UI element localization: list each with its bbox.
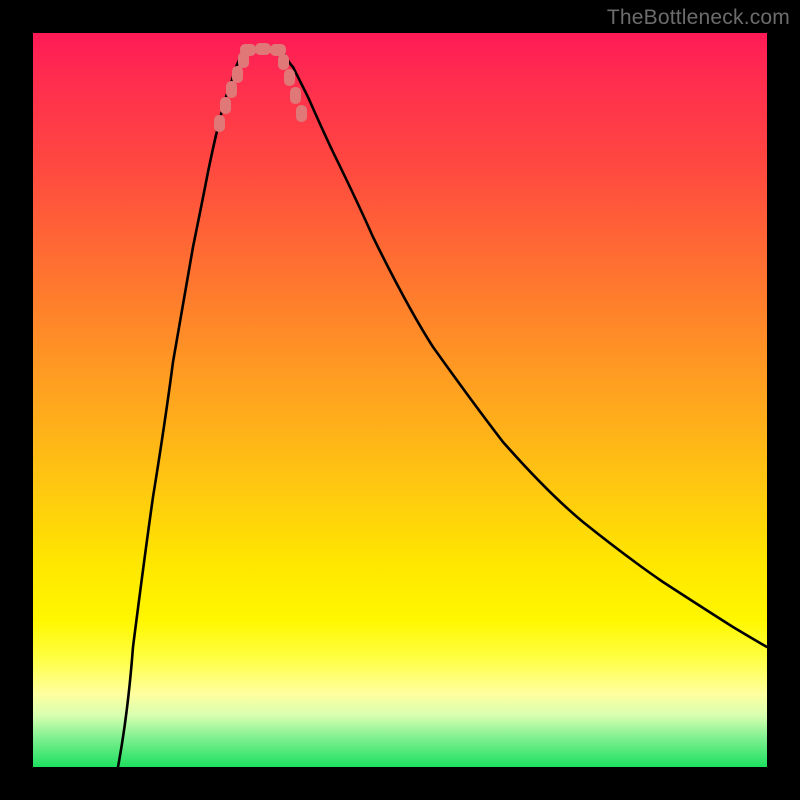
plot-area: [33, 33, 767, 767]
markers-bottom: [240, 43, 286, 56]
curve-right: [283, 52, 767, 647]
curve-left: [118, 52, 243, 767]
watermark-text: TheBottleneck.com: [607, 6, 790, 30]
chart-frame: TheBottleneck.com: [0, 0, 800, 800]
markers-left: [214, 52, 249, 132]
bottleneck-curve: [33, 33, 767, 767]
